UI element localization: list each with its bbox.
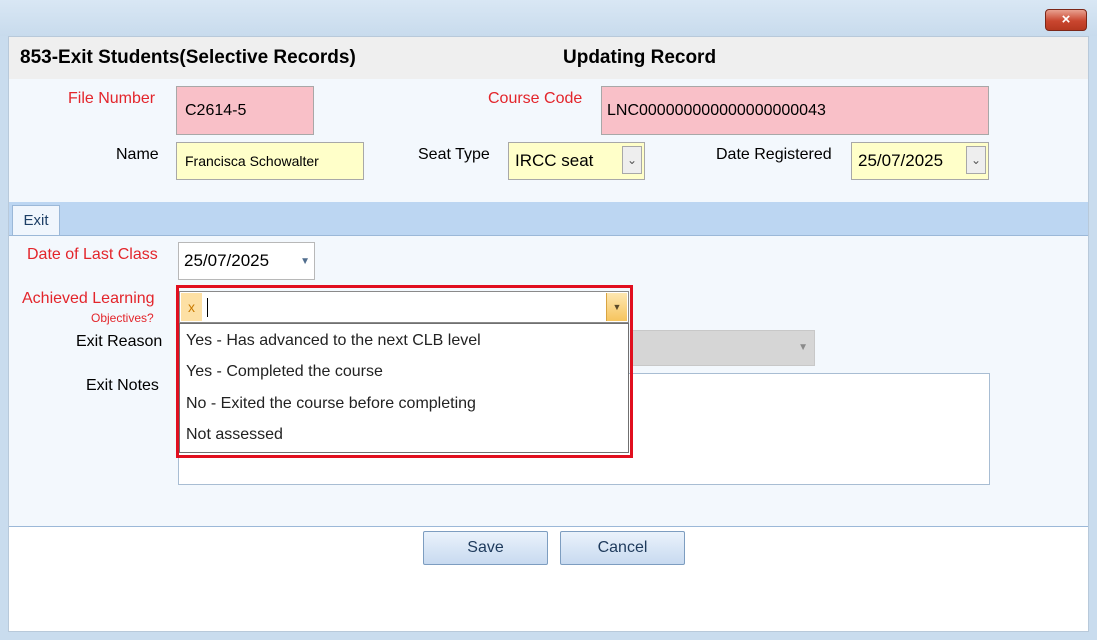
dropdown-arrow-icon[interactable]: ▼	[798, 342, 808, 353]
form-title: 853-Exit Students(Selective Records)	[20, 47, 356, 68]
date-last-class-label: Date of Last Class	[27, 246, 158, 263]
file-number-value: C2614-5	[185, 101, 247, 119]
seat-type-value: IRCC seat	[515, 151, 594, 170]
chevron-down-icon[interactable]: ⌄	[622, 146, 642, 174]
exit-notes-label: Exit Notes	[86, 377, 159, 394]
date-registered-value: 25/07/2025	[858, 151, 944, 170]
file-number-label: File Number	[68, 90, 156, 107]
seat-type-label: Seat Type	[418, 146, 490, 163]
close-icon: ×	[1061, 11, 1071, 28]
chevron-down-icon[interactable]: ⌄	[966, 146, 986, 174]
file-number-field[interactable]: C2614-5	[176, 86, 314, 135]
save-button[interactable]: Save	[423, 531, 548, 565]
achieved-objectives-label: Achieved Learning	[22, 290, 155, 307]
dropdown-arrow-icon[interactable]: ▼	[300, 256, 310, 267]
date-registered-label: Date Registered	[716, 146, 832, 163]
close-button[interactable]: ×	[1045, 9, 1087, 31]
date-last-class-value: 25/07/2025	[184, 251, 270, 270]
tab-exit[interactable]: Exit	[12, 205, 60, 236]
exit-reason-combo[interactable]: ▼	[630, 330, 815, 366]
date-registered-combo[interactable]: 25/07/2025 ⌄	[851, 142, 989, 180]
highlight-box	[176, 285, 633, 458]
name-label: Name	[116, 146, 159, 163]
cancel-button[interactable]: Cancel	[560, 531, 685, 565]
tab-strip	[9, 202, 1088, 235]
course-code-label: Course Code	[488, 90, 583, 107]
course-code-value: LNC000000000000000000043	[607, 101, 826, 119]
name-field[interactable]: Francisca Schowalter	[176, 142, 364, 180]
date-last-class-picker[interactable]: 25/07/2025 ▼	[178, 242, 315, 280]
seat-type-combo[interactable]: IRCC seat ⌄	[508, 142, 645, 180]
course-code-field[interactable]: LNC000000000000000000043	[601, 86, 989, 135]
achieved-objectives-label-line2: Objectives?	[91, 311, 154, 325]
record-mode-title: Updating Record	[563, 47, 717, 68]
window-titlebar	[0, 0, 1097, 36]
exit-reason-label: Exit Reason	[76, 333, 163, 350]
name-value: Francisca Schowalter	[185, 153, 319, 169]
